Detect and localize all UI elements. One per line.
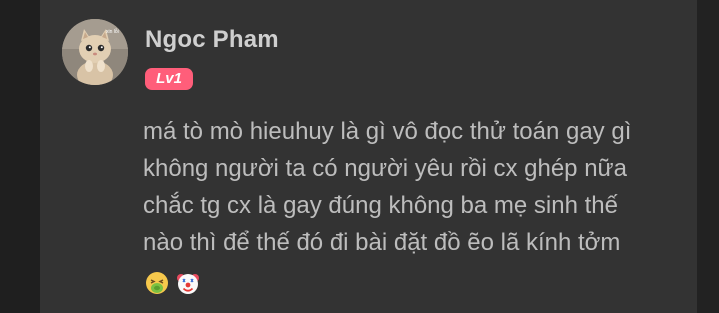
avatar-caption: xin lỗi xyxy=(106,28,119,35)
message-text: má tò mò hieuhuy là gì vô đọc thử toán g… xyxy=(143,118,632,256)
comment-message: má tò mò hieuhuy là gì vô đọc thử toán g… xyxy=(143,113,663,306)
nauseated-face-icon xyxy=(145,269,169,306)
emoji-group xyxy=(145,268,200,306)
right-edge-strip xyxy=(697,0,719,313)
cat-avatar-image: xin lỗi xyxy=(62,19,128,85)
level-badge: Lv1 xyxy=(145,68,193,90)
username[interactable]: Ngoc Pham xyxy=(145,26,279,54)
comment-card: xin lỗi Ngoc Pham Lv1 má tò mò hieuhuy l… xyxy=(40,0,697,313)
left-edge-strip xyxy=(0,0,40,313)
clown-face-icon xyxy=(176,269,200,306)
comment-frame: xin lỗi Ngoc Pham Lv1 má tò mò hieuhuy l… xyxy=(0,0,719,313)
avatar[interactable]: xin lỗi xyxy=(62,19,128,85)
